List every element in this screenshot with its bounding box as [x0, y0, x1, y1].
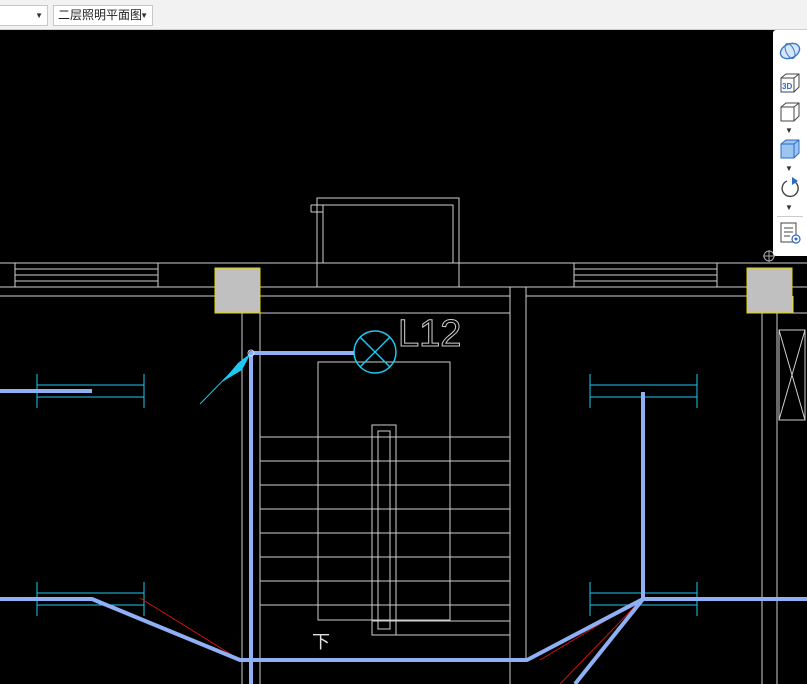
- lamp-label: L12: [398, 313, 461, 355]
- canvas-background: [0, 30, 807, 684]
- orbit-icon[interactable]: [778, 39, 802, 63]
- top-toolbar: ▼ 二层照明平面图 ▼: [0, 0, 807, 30]
- chevron-down-icon: ▼: [35, 11, 43, 20]
- drawing-selector-value: 二层照明平面图: [58, 8, 143, 22]
- view-cube-icon[interactable]: [778, 100, 802, 124]
- chevron-down-icon[interactable]: ▼: [785, 203, 793, 212]
- shaded-cube-icon[interactable]: [778, 137, 802, 161]
- chevron-down-icon[interactable]: ▼: [785, 126, 793, 135]
- svg-text:3D: 3D: [782, 82, 792, 91]
- cad-canvas[interactable]: L12 下: [0, 30, 807, 684]
- view-selector-dropdown[interactable]: ▼: [0, 5, 48, 26]
- properties-list-icon[interactable]: [778, 221, 802, 245]
- structural-column: [746, 267, 793, 314]
- 3d-view-icon[interactable]: 3D: [778, 71, 802, 95]
- view-tools-panel: 3D ▼ ▼ ▼: [773, 30, 807, 256]
- rotate-icon[interactable]: [778, 176, 802, 200]
- chevron-down-icon: ▼: [140, 11, 148, 20]
- structural-column: [214, 267, 261, 314]
- drawing-selector-dropdown[interactable]: 二层照明平面图 ▼: [53, 5, 153, 26]
- toolbar-divider: [777, 216, 803, 217]
- stair-direction-label: 下: [312, 632, 330, 652]
- chevron-down-icon[interactable]: ▼: [785, 164, 793, 173]
